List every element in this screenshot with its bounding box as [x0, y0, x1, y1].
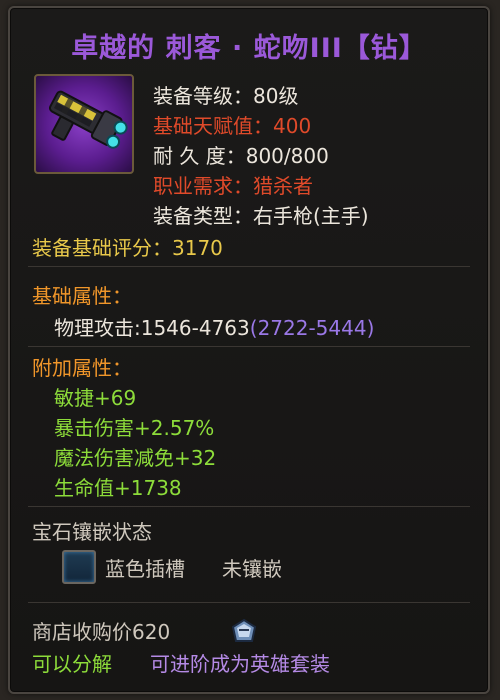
class-requirement-row: 职业需求：猎杀者	[153, 170, 313, 199]
equipment-type-value: 右手枪(主手)	[253, 204, 369, 228]
gem-slot-icon[interactable]	[62, 550, 96, 584]
talent-value: 400	[273, 114, 312, 138]
extra-attribute-crit-damage: 暴击伤害+2.57%	[54, 416, 215, 440]
physical-attack-range: (2722-5444)	[249, 316, 375, 340]
divider	[28, 266, 470, 267]
extra-attributes-heading: 附加属性：	[32, 356, 132, 380]
base-score-label: 装备基础评分：	[32, 236, 172, 260]
equipment-level: 装备等级：80级	[153, 84, 299, 108]
talent-label: 基础天赋值：	[153, 114, 273, 138]
divider	[28, 602, 470, 603]
equipment-type-label: 装备类型：	[153, 204, 253, 228]
base-score-row: 装备基础评分：3170	[32, 232, 223, 261]
gem-slot-status: 未镶嵌	[222, 557, 282, 581]
equipment-type-row: 装备类型：右手枪(主手)	[153, 200, 369, 229]
silver-coin-icon	[230, 618, 258, 646]
divider	[28, 506, 470, 507]
gem-slot-label: 蓝色插槽	[105, 557, 185, 581]
item-tooltip: 卓越的 刺客 · 蛇吻III【钻】 装备等级：80级 基础天赋值：400 耐 久…	[8, 6, 490, 694]
item-title: 卓越的 刺客 · 蛇吻III【钻】	[71, 33, 427, 64]
base-score-value: 3170	[172, 236, 223, 260]
dismantle-status: 可以分解	[32, 652, 112, 676]
physical-attack: 物理攻击:1546-4763	[54, 316, 250, 340]
sell-price: 商店收购价620	[32, 620, 171, 644]
extra-attribute-magic-reduction: 魔法伤害减免+32	[54, 446, 217, 470]
talent-row: 基础天赋值：400	[153, 110, 311, 139]
upgrade-status: 可进阶成为英雄套装	[150, 652, 330, 676]
durability: 耐 久 度：800/800	[153, 144, 329, 168]
gem-socket-heading: 宝石镶嵌状态	[32, 520, 152, 544]
extra-attribute-agility: 敏捷+69	[54, 386, 137, 410]
physical-attack-row: 物理攻击:1546-4763(2722-5444)	[54, 312, 374, 341]
base-attributes-heading: 基础属性：	[32, 284, 132, 308]
extra-attribute-health: 生命值+1738	[54, 476, 182, 500]
class-requirement-value: 猎杀者	[253, 174, 313, 198]
class-requirement-label: 职业需求：	[153, 174, 253, 198]
gun-icon	[34, 74, 134, 174]
divider	[28, 346, 470, 347]
